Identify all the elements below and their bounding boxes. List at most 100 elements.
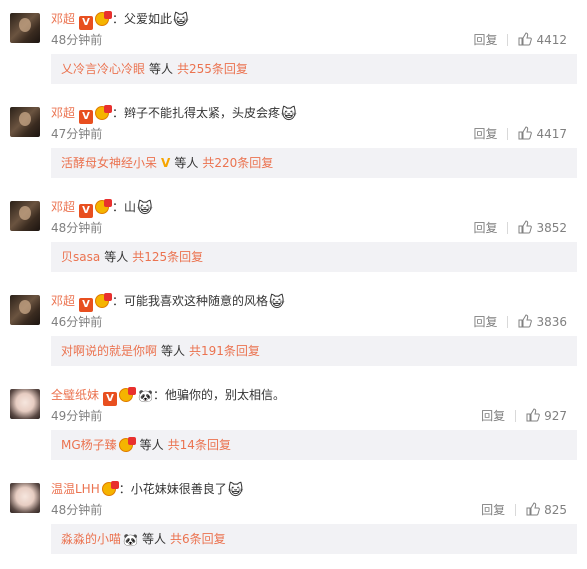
reply-who: 等人 <box>139 438 164 452</box>
username-link[interactable]: 邓超 <box>51 294 75 308</box>
divider <box>507 222 509 234</box>
reply-button[interactable]: 回复 <box>473 127 497 141</box>
comment-time: 48分钟前 <box>51 503 103 517</box>
fan-medal-icon <box>101 481 119 496</box>
comment-line: 邓超 V ：可能我喜欢这种随意的风格😺 <box>51 290 579 312</box>
comment-time: 47分钟前 <box>51 127 103 141</box>
cat-emoji-icon: 😺 <box>227 481 244 499</box>
fan-medal-icon <box>119 387 137 402</box>
comment-colon: ： <box>112 294 125 308</box>
reply-username[interactable]: 乂冷言冷心冷眼 <box>61 62 145 76</box>
comment-line: 邓超 V ：辫子不能扎得太紧，头皮会疼😺 <box>51 102 579 124</box>
reply-button[interactable]: 回复 <box>473 33 497 47</box>
reply-button[interactable]: 回复 <box>481 409 505 423</box>
like-button[interactable]: 4417 <box>518 126 567 141</box>
reply-username[interactable]: 淼淼的小喵 <box>61 532 121 546</box>
comment-text: 他骗你的，别太相信。 <box>164 388 285 402</box>
fan-medal-icon <box>95 11 113 26</box>
avatar[interactable] <box>10 295 40 325</box>
thumbs-up-icon <box>518 126 533 140</box>
comment-meta: 48分钟前 回复 4412 <box>51 30 579 50</box>
reply-summary[interactable]: 活酵母女神经小呆 V 等人 共220条回复 <box>51 148 577 178</box>
comment-meta: 47分钟前 回复 4417 <box>51 124 579 144</box>
comment-item: 邓超 V ：山😺 48分钟前 回复 3852 贝sasa 等人 共125条回复 <box>0 188 587 282</box>
thumbs-up-icon <box>518 32 533 46</box>
comment-line: 邓超 V ：山😺 <box>51 196 579 218</box>
avatar[interactable] <box>10 13 40 43</box>
reply-username[interactable]: 对啊说的就是你啊 <box>61 344 157 358</box>
like-button[interactable]: 3836 <box>518 314 567 329</box>
comment-item: 邓超 V ：父爱如此😺 48分钟前 回复 4412 乂冷言冷心冷眼 等人 共255条回复 <box>0 0 587 94</box>
avatar[interactable] <box>10 483 40 513</box>
comment-actions: 回复 3852 <box>473 218 567 238</box>
like-button[interactable]: 4412 <box>518 32 567 47</box>
comment-time: 46分钟前 <box>51 315 103 329</box>
like-count: 825 <box>544 503 567 517</box>
comment-colon: ： <box>118 482 131 496</box>
reply-button[interactable]: 回复 <box>481 503 505 517</box>
comment-actions: 回复 3836 <box>473 312 567 332</box>
comment-list: 邓超 V ：父爱如此😺 48分钟前 回复 4412 乂冷言冷心冷眼 等人 共255条回复 … <box>0 0 587 569</box>
comment-time: 49分钟前 <box>51 409 103 423</box>
reply-count-link[interactable]: 共220条回复 <box>202 156 273 170</box>
comment-text: 父爱如此 <box>124 12 173 26</box>
divider <box>515 504 517 516</box>
comment-item: 全璧纸妹 V 🐼：他骗你的，别太相信。 49分钟前 回复 927 MG杨子臻 等人 共14… <box>0 376 587 470</box>
comment-line: 温温LHH ：小花妹妹很善良了😺 <box>51 478 579 500</box>
panda-icon: 🐼 <box>123 533 138 547</box>
cat-emoji-icon: 😺 <box>269 293 285 311</box>
comment-colon: ： <box>112 12 125 26</box>
avatar[interactable] <box>10 201 40 231</box>
username-link[interactable]: 邓超 <box>51 200 75 214</box>
username-link[interactable]: 邓超 <box>51 12 75 26</box>
comment-meta: 48分钟前 回复 3852 <box>51 218 579 238</box>
avatar[interactable] <box>10 107 40 137</box>
thumbs-up-icon <box>518 220 533 234</box>
fan-medal-icon <box>95 105 113 120</box>
reply-summary[interactable]: 乂冷言冷心冷眼 等人 共255条回复 <box>51 54 577 84</box>
reply-username[interactable]: MG杨子臻 <box>61 438 117 452</box>
comment-colon: ： <box>112 200 125 214</box>
comment-body: 全璧纸妹 V 🐼：他骗你的，别太相信。 49分钟前 回复 927 <box>51 384 579 426</box>
comment-time: 48分钟前 <box>51 221 103 235</box>
reply-summary[interactable]: 淼淼的小喵 🐼 等人 共6条回复 <box>51 524 577 554</box>
username-link[interactable]: 温温LHH <box>51 482 100 496</box>
comment-body: 邓超 V ：山😺 48分钟前 回复 3852 <box>51 196 579 238</box>
reply-button[interactable]: 回复 <box>473 221 497 235</box>
reply-who: 等人 <box>141 532 166 546</box>
cat-emoji-icon: 😺 <box>137 199 153 217</box>
avatar[interactable] <box>10 389 40 419</box>
like-count: 927 <box>544 409 567 423</box>
username-link[interactable]: 全璧纸妹 <box>51 388 99 402</box>
comment-text: 小花妹妹很善良了 <box>130 482 227 496</box>
like-button[interactable]: 3852 <box>518 220 567 235</box>
reply-summary[interactable]: 贝sasa 等人 共125条回复 <box>51 242 577 272</box>
like-count: 4417 <box>536 127 567 141</box>
reply-count-link[interactable]: 共191条回复 <box>189 344 260 358</box>
cat-emoji-icon: 😺 <box>173 11 189 29</box>
like-button[interactable]: 825 <box>526 502 567 517</box>
reply-username[interactable]: 活酵母女神经小呆 <box>61 156 157 170</box>
comment-body: 温温LHH ：小花妹妹很善良了😺 48分钟前 回复 825 <box>51 478 579 520</box>
reply-summary[interactable]: MG杨子臻 等人 共14条回复 <box>51 430 577 460</box>
comment-item: 温温LHH ：小花妹妹很善良了😺 48分钟前 回复 825 淼淼的小喵 🐼 等人 共6条回… <box>0 470 587 564</box>
reply-count-link[interactable]: 共125条回复 <box>132 250 203 264</box>
reply-who: 等人 <box>149 62 174 76</box>
reply-summary[interactable]: 对啊说的就是你啊 等人 共191条回复 <box>51 336 577 366</box>
comment-meta: 46分钟前 回复 3836 <box>51 312 579 332</box>
divider <box>515 410 517 422</box>
verified-badge-icon: V <box>79 16 94 30</box>
fan-medal-icon <box>95 293 113 308</box>
comment-actions: 回复 4412 <box>473 30 567 50</box>
comment-text: 辫子不能扎得太紧，头皮会疼 <box>124 106 281 120</box>
thumbs-up-icon <box>526 408 540 422</box>
reply-count-link[interactable]: 共6条回复 <box>170 532 226 546</box>
like-count: 3836 <box>536 315 567 329</box>
username-link[interactable]: 邓超 <box>51 106 75 120</box>
reply-count-link[interactable]: 共14条回复 <box>168 438 231 452</box>
reply-button[interactable]: 回复 <box>473 315 497 329</box>
reply-username[interactable]: 贝sasa <box>61 250 100 264</box>
like-count: 3852 <box>536 221 567 235</box>
reply-count-link[interactable]: 共255条回复 <box>177 62 248 76</box>
like-button[interactable]: 927 <box>526 408 567 423</box>
